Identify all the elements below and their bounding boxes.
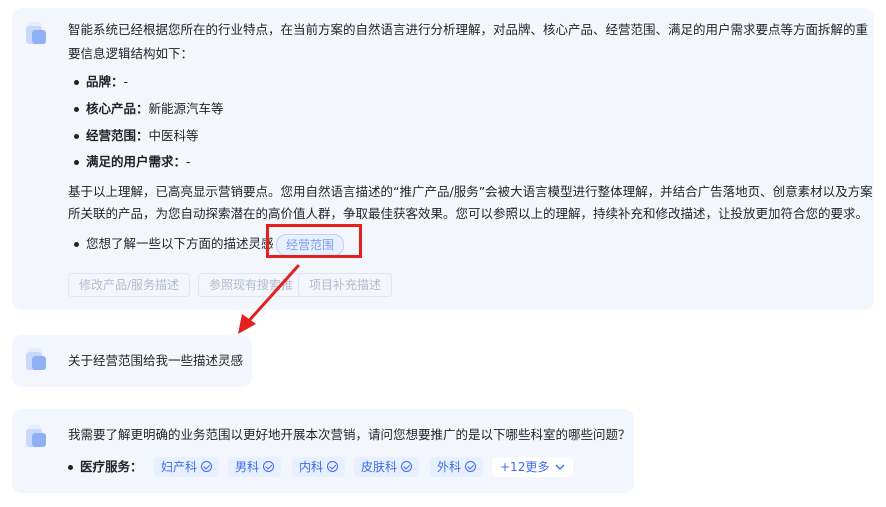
bullet-icon bbox=[74, 160, 79, 165]
bullet-icon bbox=[74, 134, 79, 139]
annotation-arrow bbox=[238, 264, 300, 334]
assistant-avatar bbox=[22, 20, 52, 50]
info-item-brand: 品牌：- bbox=[86, 74, 129, 89]
assistant-avatar bbox=[22, 423, 52, 453]
dept-tag-internal-medicine[interactable]: 内科 bbox=[292, 457, 346, 477]
intro-line-2: 要信息逻辑结构如下： bbox=[68, 46, 194, 61]
explain-line-2: 所关联的产品，为您自动探索潜在的高价值人群，争取最佳获客效果。您可以参照以上的理… bbox=[68, 206, 869, 221]
inspiration-prompt: 您想了解一些以下方面的描述灵感 bbox=[86, 236, 274, 251]
intro-line-1: 智能系统已经根据您所在的行业特点，在当前方案的自然语言进行分析理解，对品牌、核心… bbox=[68, 22, 869, 37]
check-circle-icon bbox=[263, 461, 275, 472]
dept-tag-surgery[interactable]: 外科 bbox=[430, 457, 484, 477]
explain-line-1: 基于以上理解，已高亮显示营销要点。您用自然语言描述的“推广产品/服务”会被大语言… bbox=[68, 184, 873, 199]
scope-question: 我需要了解更明确的业务范围以更好地开展本次营销，请问您想要推广的是以下哪些科室的… bbox=[68, 427, 631, 442]
category-label: 医疗服务： bbox=[80, 459, 143, 474]
check-circle-icon bbox=[327, 461, 339, 472]
chevron-down-icon bbox=[555, 464, 565, 470]
info-item-core-product: 核心产品：新能源汽车等 bbox=[86, 101, 224, 116]
check-circle-icon bbox=[401, 461, 413, 472]
user-avatar bbox=[22, 346, 52, 376]
info-item-business-scope: 经营范围：中医科等 bbox=[86, 128, 199, 143]
dept-tag-andrology[interactable]: 男科 bbox=[228, 457, 282, 477]
highlight-box bbox=[266, 224, 362, 258]
check-circle-icon bbox=[201, 461, 213, 472]
info-item-user-needs: 满足的用户需求：- bbox=[86, 154, 191, 169]
bullet-icon bbox=[68, 465, 73, 470]
dept-tag-dermatology[interactable]: 皮肤科 bbox=[354, 457, 420, 477]
bullet-icon bbox=[74, 107, 79, 112]
more-tags-button[interactable]: +12更多 bbox=[492, 457, 574, 477]
bullet-icon bbox=[74, 242, 79, 247]
bullet-icon bbox=[74, 80, 79, 85]
check-circle-icon bbox=[465, 461, 477, 472]
assistant-message-scope bbox=[12, 409, 634, 493]
dept-tag-gynecology[interactable]: 妇产科 bbox=[154, 457, 220, 477]
user-message-text: 关于经营范围给我一些描述灵感 bbox=[68, 353, 244, 368]
suggestion-edit-description[interactable]: 修改产品/服务描述 bbox=[68, 273, 191, 297]
suggestion-project-supplement[interactable]: 项目补充描述 bbox=[298, 273, 393, 297]
